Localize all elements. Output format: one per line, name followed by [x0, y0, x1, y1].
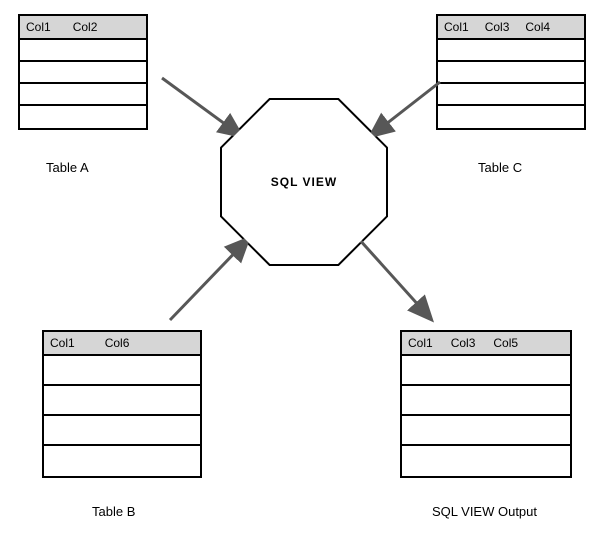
table-row	[402, 356, 570, 386]
table-b-caption: Table B	[92, 504, 135, 519]
table-row	[20, 84, 146, 106]
table-a: Col1 Col2	[18, 14, 148, 130]
table-b: Col1 Col6	[42, 330, 202, 478]
table-row	[20, 62, 146, 84]
table-b-header: Col1 Col6	[44, 332, 200, 356]
table-row	[402, 446, 570, 476]
table-row	[20, 106, 146, 128]
table-a-col2: Col2	[73, 20, 98, 34]
table-b-col1: Col1	[50, 336, 75, 350]
table-c: Col1 Col3 Col4	[436, 14, 586, 130]
table-row	[402, 416, 570, 446]
table-b-col2: Col6	[105, 336, 130, 350]
table-a-col1: Col1	[26, 20, 51, 34]
table-row	[438, 62, 584, 84]
table-output-header: Col1 Col3 Col5	[402, 332, 570, 356]
table-output-col3: Col5	[493, 336, 518, 350]
table-a-caption: Table A	[46, 160, 89, 175]
table-row	[402, 386, 570, 416]
table-output-caption: SQL VIEW Output	[432, 504, 537, 519]
table-row	[44, 386, 200, 416]
table-c-col1: Col1	[444, 20, 469, 34]
sql-view-label: SQL VIEW	[271, 175, 337, 189]
table-row	[44, 446, 200, 476]
sql-view-node: SQL VIEW	[222, 100, 386, 264]
diagram-stage: Col1 Col2 Table A Col1 Col3 Col4 Table C…	[0, 0, 605, 533]
table-row	[20, 40, 146, 62]
table-c-col2: Col3	[485, 20, 510, 34]
table-c-header: Col1 Col3 Col4	[438, 16, 584, 40]
table-c-caption: Table C	[478, 160, 522, 175]
table-row	[438, 84, 584, 106]
table-output: Col1 Col3 Col5	[400, 330, 572, 478]
table-output-col1: Col1	[408, 336, 433, 350]
table-row	[438, 106, 584, 128]
table-row	[438, 40, 584, 62]
table-a-header: Col1 Col2	[20, 16, 146, 40]
table-row	[44, 416, 200, 446]
table-output-col2: Col3	[451, 336, 476, 350]
table-c-col3: Col4	[525, 20, 550, 34]
table-row	[44, 356, 200, 386]
